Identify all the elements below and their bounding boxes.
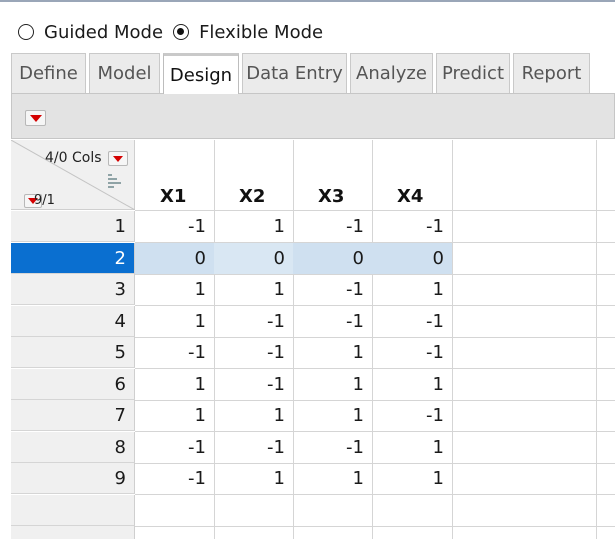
table-cell[interactable]: 1 [214,211,293,242]
column-header-x1[interactable]: X1 [135,140,214,210]
table-cell[interactable]: -1 [293,306,372,337]
guided-mode-label: Guided Mode [44,21,164,43]
flexible-mode-option[interactable]: Flexible Mode [173,22,323,43]
tab-define[interactable]: Define [11,53,86,93]
row-header[interactable]: 5 [11,337,135,368]
table-cell[interactable]: 1 [214,463,293,494]
table-cell[interactable]: 1 [293,400,372,431]
mode-selector: Guided Mode Flexible Mode [18,20,333,44]
table-cell[interactable]: -1 [372,211,452,242]
table-cell[interactable]: -1 [372,400,452,431]
table-cell[interactable]: -1 [135,211,214,242]
table-cell[interactable]: 1 [293,369,372,400]
column-name: X1 [160,186,187,207]
table-cell[interactable]: -1 [372,306,452,337]
table-cell[interactable]: 1 [293,463,372,494]
columns-menu-button[interactable] [108,151,128,166]
columns-count-label: 4/0 Cols [45,150,102,166]
red-triangle-icon [29,114,42,122]
row-header[interactable]: 1 [11,211,135,242]
table-cell[interactable]: 1 [372,432,452,463]
tab-model[interactable]: Model [89,53,160,93]
bar-chart-icon[interactable] [108,174,122,188]
row-header[interactable]: 8 [11,432,135,463]
table-corner-header: 4/0 Cols 9/1 [11,140,135,210]
tab-report[interactable]: Report [513,53,590,93]
tab-bar: Define Model Design Data Entry Analyze P… [11,53,593,94]
table-cell[interactable]: 1 [214,274,293,305]
window-top-border [0,0,615,2]
table-cell[interactable]: -1 [293,432,372,463]
table-cell[interactable]: 1 [135,369,214,400]
row-header[interactable]: 3 [11,274,135,305]
flexible-mode-radio[interactable] [173,24,190,40]
row-header[interactable]: 7 [11,400,135,431]
guided-mode-radio[interactable] [18,24,34,40]
design-menu-button[interactable] [25,110,46,126]
column-header-x4[interactable]: X4 [372,140,452,210]
table-cell[interactable]: 1 [135,400,214,431]
table-cell[interactable]: 0 [372,243,452,274]
grid-line [135,494,615,495]
table-cell[interactable]: 1 [214,400,293,431]
table-cell[interactable]: 0 [135,243,214,274]
table-cell[interactable]: 1 [372,274,452,305]
tab-data-entry[interactable]: Data Entry [242,53,347,93]
guided-mode-option[interactable]: Guided Mode [18,22,163,43]
red-triangle-icon [113,155,123,162]
table-cell[interactable]: -1 [135,463,214,494]
table-cell[interactable]: 0 [293,243,372,274]
row-header[interactable]: 4 [11,306,135,337]
row-header[interactable]: 6 [11,369,135,400]
grid-line [452,140,453,539]
table-cell[interactable]: 1 [135,274,214,305]
tab-design[interactable]: Design [163,53,239,94]
row-header[interactable] [11,526,135,539]
design-toolbar [11,93,615,139]
design-table: 4/0 Cols 9/1 X1 X2 X3 X4 1 -1 1 -1 -1 2 0 0 0 0 3 1… [11,140,615,539]
grid-line [135,526,615,527]
row-header[interactable]: 2 [11,243,135,274]
table-cell[interactable]: -1 [293,274,372,305]
table-cell[interactable]: -1 [135,337,214,368]
table-cell[interactable]: -1 [293,211,372,242]
table-cell[interactable]: -1 [372,337,452,368]
rows-count-label: 9/1 [34,193,55,208]
table-cell[interactable]: -1 [214,432,293,463]
table-cell[interactable]: 1 [372,463,452,494]
table-cell[interactable]: -1 [135,432,214,463]
table-cell[interactable]: 1 [372,369,452,400]
column-name: X3 [318,186,345,207]
flexible-mode-label: Flexible Mode [199,21,324,43]
grid-line [596,140,597,539]
table-cell[interactable]: -1 [214,306,293,337]
table-cell[interactable]: 1 [293,337,372,368]
column-header-x2[interactable]: X2 [214,140,293,210]
tab-analyze[interactable]: Analyze [350,53,433,93]
column-name: X4 [397,186,424,207]
tab-predict[interactable]: Predict [436,53,510,93]
table-cell[interactable]: 1 [135,306,214,337]
table-cell[interactable]: 0 [214,243,293,274]
table-cell[interactable]: -1 [214,337,293,368]
row-header[interactable]: 9 [11,463,135,494]
table-cell[interactable]: -1 [214,369,293,400]
column-name: X2 [239,186,266,207]
column-header-x3[interactable]: X3 [293,140,372,210]
row-header[interactable] [11,495,135,526]
